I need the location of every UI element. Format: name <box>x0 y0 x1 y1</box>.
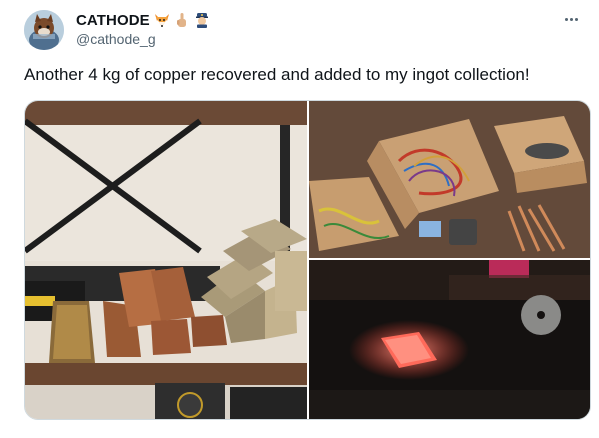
police-officer-icon <box>194 12 210 28</box>
display-name[interactable]: CATHODE <box>76 12 150 29</box>
photo-copper-wire-boxes[interactable] <box>309 101 590 258</box>
author-names: CATHODE @cathode_g <box>76 10 210 47</box>
photo-glowing-ingot[interactable] <box>309 260 590 419</box>
media-grid <box>24 100 591 420</box>
middle-finger-icon <box>174 12 190 28</box>
user-handle[interactable]: @cathode_g <box>76 31 210 47</box>
tweet-header: CATHODE @cathode_g <box>24 8 583 52</box>
more-options-icon[interactable] <box>559 10 583 28</box>
photo-ingots-shelf[interactable] <box>25 101 307 419</box>
fox-face-icon <box>154 12 170 28</box>
avatar[interactable] <box>24 10 64 50</box>
tweet-text: Another 4 kg of copper recovered and add… <box>24 65 530 84</box>
